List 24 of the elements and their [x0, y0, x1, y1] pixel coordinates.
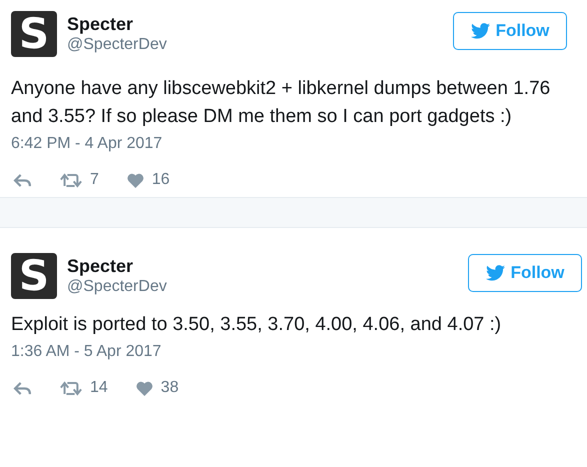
- follow-button[interactable]: Follow: [468, 254, 582, 292]
- tweet-timestamp[interactable]: 1:36 AM - 5 Apr 2017: [11, 343, 582, 361]
- reply-icon[interactable]: [13, 382, 32, 394]
- heart-icon[interactable]: [126, 172, 144, 188]
- retweet-count: 14: [90, 379, 108, 397]
- reply-icon[interactable]: [13, 174, 32, 186]
- user-name[interactable]: Specter: [67, 255, 167, 277]
- tweet-text: Anyone have any libscewebkit2 + libkernel dumps between 1.76 and 3.55? If so please DM me them so I can port gadgets :): [11, 77, 552, 129]
- follow-button[interactable]: Follow: [453, 12, 567, 50]
- avatar[interactable]: S: [11, 253, 57, 299]
- avatar[interactable]: S: [11, 11, 57, 57]
- user-handle[interactable]: @SpecterDev: [67, 277, 167, 297]
- like-count: 16: [152, 171, 170, 189]
- like-count: 38: [160, 379, 179, 397]
- heart-icon[interactable]: [136, 380, 153, 396]
- retweet-icon[interactable]: [60, 172, 82, 188]
- retweet-count: 7: [90, 171, 99, 189]
- tweet-timestamp[interactable]: 6:42 PM - 4 Apr 2017: [11, 135, 567, 153]
- user-handle[interactable]: @SpecterDev: [67, 35, 167, 55]
- tweet-text: Exploit is ported to 3.50, 3.55, 3.70, 4.00, 4.06, and 4.07 :): [11, 313, 502, 337]
- user-name[interactable]: Specter: [67, 13, 167, 35]
- bird-icon: [486, 265, 505, 281]
- retweet-icon[interactable]: [60, 380, 82, 396]
- bird-icon: [470, 23, 490, 39]
